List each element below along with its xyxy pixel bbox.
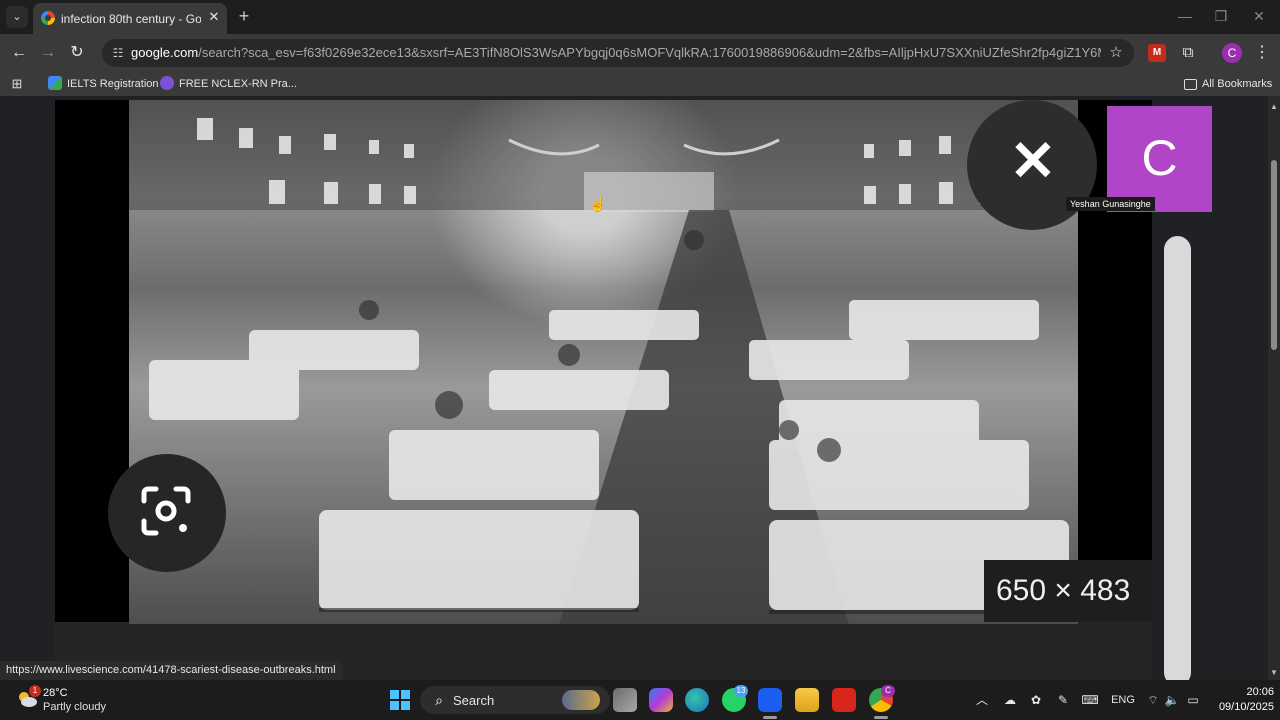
page-scroll-thumb[interactable] — [1271, 160, 1277, 350]
link-status-bubble: https://www.livescience.com/41478-scarie… — [0, 661, 342, 680]
file-explorer-icon[interactable] — [795, 688, 819, 712]
panel-scrollbar[interactable] — [1164, 236, 1191, 686]
search-icon: ⌕ — [435, 692, 443, 708]
search-label: Search — [453, 693, 495, 708]
apps-grid-icon[interactable]: ⊞ — [9, 76, 25, 92]
page-content: ✕ 650 × 483 C Yeshan Gunasinghe ▲ ▼ ☝ — [0, 96, 1280, 686]
edge-icon[interactable] — [685, 688, 709, 712]
bookmark-star-icon[interactable]: ☆ — [1106, 43, 1126, 63]
windows-taskbar: 1 28°C Partly cloudy ⌕ Search 13 C ︿ ☁ ✿… — [0, 680, 1280, 720]
bookmark-label: IELTS Registration — [67, 78, 159, 90]
bookmark-ielts[interactable]: IELTS Registration — [48, 76, 159, 92]
minimize-icon[interactable]: — — [1170, 6, 1200, 26]
page-scrollbar[interactable] — [1268, 96, 1280, 686]
pen-tray-icon[interactable]: ✎ — [1053, 692, 1073, 708]
tray-overflow-chevron-icon[interactable]: ︿ — [974, 692, 990, 708]
bookmark-nclex[interactable]: FREE NCLEX-RN Pra... — [160, 76, 297, 92]
new-tab-button[interactable]: + — [234, 6, 254, 26]
keyboard-icon[interactable]: ⌨ — [1080, 692, 1100, 708]
forward-arrow-icon[interactable]: → — [37, 42, 59, 64]
task-view-icon[interactable] — [613, 688, 637, 712]
weather-alert-badge: 1 — [29, 685, 41, 697]
taskbar-search[interactable]: ⌕ Search — [420, 686, 610, 714]
extensions-puzzle-icon[interactable]: ⧉ — [1178, 43, 1198, 63]
site-info-icon[interactable]: ☷ — [110, 45, 126, 61]
windows-start-icon[interactable] — [390, 690, 410, 710]
clock-date[interactable]: 09/10/2025 — [1206, 701, 1274, 713]
more-menu-icon[interactable]: ⋮ — [1252, 43, 1272, 63]
all-bookmarks-label: All Bookmarks — [1202, 78, 1273, 90]
url-path: /search?sca_esv=f63f0269e32ece13&sxsrf=A… — [198, 45, 1101, 60]
copilot-icon[interactable] — [649, 688, 673, 712]
reload-icon[interactable]: ↻ — [66, 42, 88, 64]
tab-active[interactable]: infection 80th century - Google Search ✕ — [33, 3, 227, 34]
volume-icon[interactable]: 🔈 — [1163, 692, 1181, 708]
battery-icon[interactable]: ▭ — [1183, 692, 1203, 708]
window-close-icon[interactable]: ✕ — [1244, 6, 1274, 26]
image-dimensions: 650 × 483 — [996, 574, 1131, 607]
hand-cursor-icon: ☝ — [589, 196, 607, 212]
whatsapp-badge: 13 — [734, 685, 748, 697]
folder-icon — [1184, 79, 1197, 90]
close-x-icon[interactable]: ✕ — [1008, 133, 1058, 189]
chrome-profile-badge: C — [881, 685, 895, 697]
hospital-ward-photo[interactable] — [129, 100, 1078, 624]
language-indicator[interactable]: ENG — [1108, 692, 1138, 708]
acrobat-icon[interactable] — [832, 688, 856, 712]
participant-name: Yeshan Gunasinghe — [1066, 197, 1155, 211]
search-highlight-icon — [562, 690, 600, 710]
url-host: google.com — [131, 45, 199, 60]
nclex-icon — [160, 76, 174, 90]
zoom-active-indicator — [763, 716, 777, 719]
tab-title: infection 80th century - Google Search — [61, 12, 201, 26]
chrome-active-indicator — [874, 716, 888, 719]
scroll-down-arrow-icon[interactable]: ▼ — [1268, 668, 1280, 678]
tab-strip: ⌄ infection 80th century - Google Search… — [0, 0, 1280, 34]
google-lens-icon[interactable] — [136, 481, 196, 541]
photo-illustration — [129, 100, 1078, 624]
browser-toolbar: ← → ↻ ☷ google.com/search?sca_esv=f63f02… — [0, 34, 1280, 72]
onedrive-cloud-icon[interactable]: ☁ — [1000, 692, 1020, 708]
ielts-icon — [48, 76, 62, 90]
bookmark-label: FREE NCLEX-RN Pra... — [179, 78, 297, 90]
google-g-icon — [41, 11, 55, 25]
back-arrow-icon[interactable]: ← — [8, 42, 30, 64]
wifi-icon[interactable]: ⌔ — [1144, 692, 1162, 708]
tray-app-icon[interactable]: ✿ — [1027, 692, 1045, 708]
participant-initial: C — [1141, 130, 1178, 186]
weather-description[interactable]: Partly cloudy — [43, 701, 106, 713]
all-bookmarks-button[interactable]: All Bookmarks — [1184, 76, 1272, 92]
address-url[interactable]: google.com/search?sca_esv=f63f0269e32ece… — [131, 45, 1101, 60]
clock-time[interactable]: 20:06 — [1228, 686, 1274, 698]
maximize-icon[interactable]: ❐ — [1206, 6, 1236, 26]
zoom-icon[interactable] — [758, 688, 782, 712]
weather-temperature[interactable]: 28°C — [43, 687, 68, 699]
profile-avatar[interactable]: C — [1222, 43, 1242, 63]
extension-m-icon[interactable]: M — [1148, 44, 1166, 62]
tab-close-icon[interactable]: ✕ — [207, 10, 221, 24]
scroll-up-arrow-icon[interactable]: ▲ — [1268, 102, 1280, 112]
address-bar[interactable]: ☷ google.com/search?sca_esv=f63f0269e32e… — [102, 39, 1134, 67]
tab-search-button[interactable]: ⌄ — [6, 6, 28, 28]
bookmarks-bar: ⊞ IELTS Registration FREE NCLEX-RN Pra..… — [0, 72, 1280, 96]
